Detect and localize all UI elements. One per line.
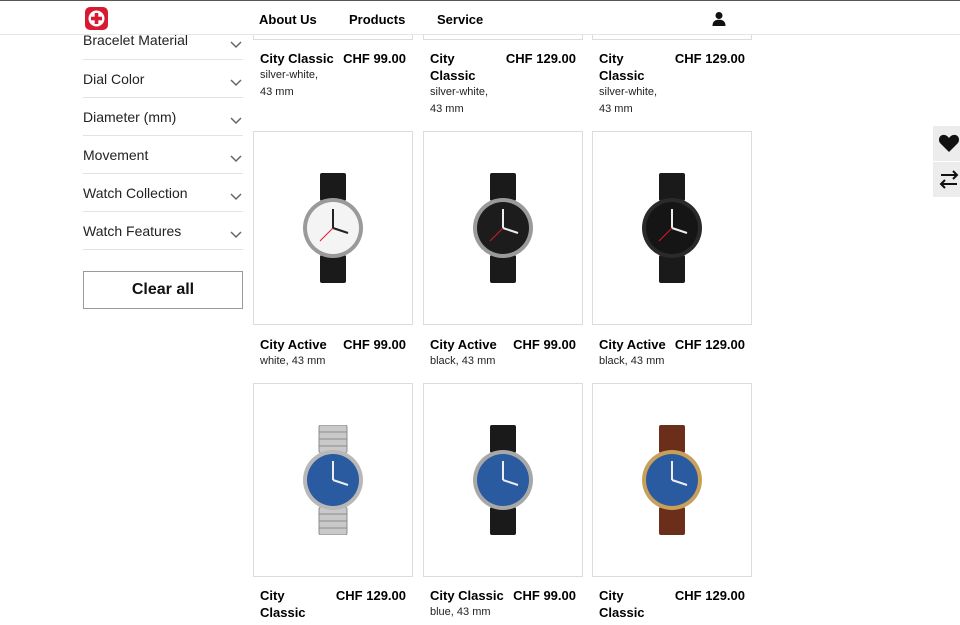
product-price: CHF 129.00 [674,588,745,603]
chevron-down-icon [230,188,242,201]
product-image[interactable] [253,383,413,577]
wishlist-widget[interactable] [933,126,960,161]
product-detail: 43 mm [599,103,633,115]
product-name[interactable]: City Active [430,336,497,353]
watch-white-dial-leather [303,173,363,283]
product-image[interactable] [423,131,583,325]
compare-arrows-icon [939,170,959,189]
compare-widget[interactable] [933,162,960,197]
watch-black-case-leather [642,173,702,283]
product-image[interactable] [253,131,413,325]
filter-movement[interactable]: Movement [83,136,243,174]
user-icon[interactable] [711,11,727,27]
filter-dial-color[interactable]: Dial Color [83,60,243,98]
chevron-down-icon [230,74,242,87]
product-price: CHF 99.00 [513,588,576,603]
product-image[interactable] [423,383,583,577]
product-detail: silver-white, [599,86,658,98]
filter-watch-features[interactable]: Watch Features [83,212,243,250]
chevron-down-icon [230,150,242,163]
product-detail: black, 43 mm [430,355,496,367]
product-price: CHF 99.00 [343,337,406,352]
product-name[interactable]: City Classic [599,587,645,621]
product-price: CHF 129.00 [335,588,406,603]
watch-blue-dial-steel-bracelet [303,425,363,535]
heart-icon [938,134,960,152]
product-name[interactable]: City Active [260,336,327,353]
watch-black-dial-leather [473,173,533,283]
filter-diameter[interactable]: Diameter (mm) [83,98,243,136]
product-detail: 43 mm [260,86,294,98]
chevron-down-icon [230,36,242,49]
product-detail: 43 mm [430,103,464,115]
filter-label: Diameter (mm) [83,109,177,125]
product-price: CHF 129.00 [505,51,576,66]
product-detail: black, 43 mm [599,355,665,367]
nav-products[interactable]: Products [349,12,405,27]
filter-label: Dial Color [83,71,145,87]
product-detail: white, 43 mm [260,355,326,367]
product-name[interactable]: City Classic [260,587,306,621]
site-header: About Us Products Service [0,1,960,35]
watch-blue-dial-gold-brown-leather [642,425,702,535]
filter-label: Watch Features [83,223,182,239]
product-name[interactable]: City Classic [430,50,476,84]
product-price: CHF 129.00 [674,337,745,352]
filter-label: Movement [83,147,149,163]
product-detail: silver-white, [430,86,489,98]
product-name[interactable]: City Classic [260,50,334,67]
chevron-down-icon [230,226,242,239]
product-price: CHF 129.00 [674,51,745,66]
nav-about-us[interactable]: About Us [259,12,317,27]
product-image[interactable] [592,131,752,325]
swiss-cross-logo[interactable] [85,7,108,30]
filter-watch-collection[interactable]: Watch Collection [83,174,243,212]
product-name[interactable]: City Active [599,336,666,353]
product-detail: blue, 43 mm [430,606,491,618]
product-price: CHF 99.00 [513,337,576,352]
product-price: CHF 99.00 [343,51,406,66]
clear-all-button[interactable]: Clear all [83,271,243,309]
chevron-down-icon [230,112,242,125]
watch-blue-dial-leather [473,425,533,535]
product-name[interactable]: City Classic [430,587,504,604]
product-image[interactable] [592,383,752,577]
product-detail: silver-white, [260,69,319,81]
nav-service[interactable]: Service [437,12,483,27]
filter-label: Watch Collection [83,185,188,201]
product-name[interactable]: City Classic [599,50,645,84]
